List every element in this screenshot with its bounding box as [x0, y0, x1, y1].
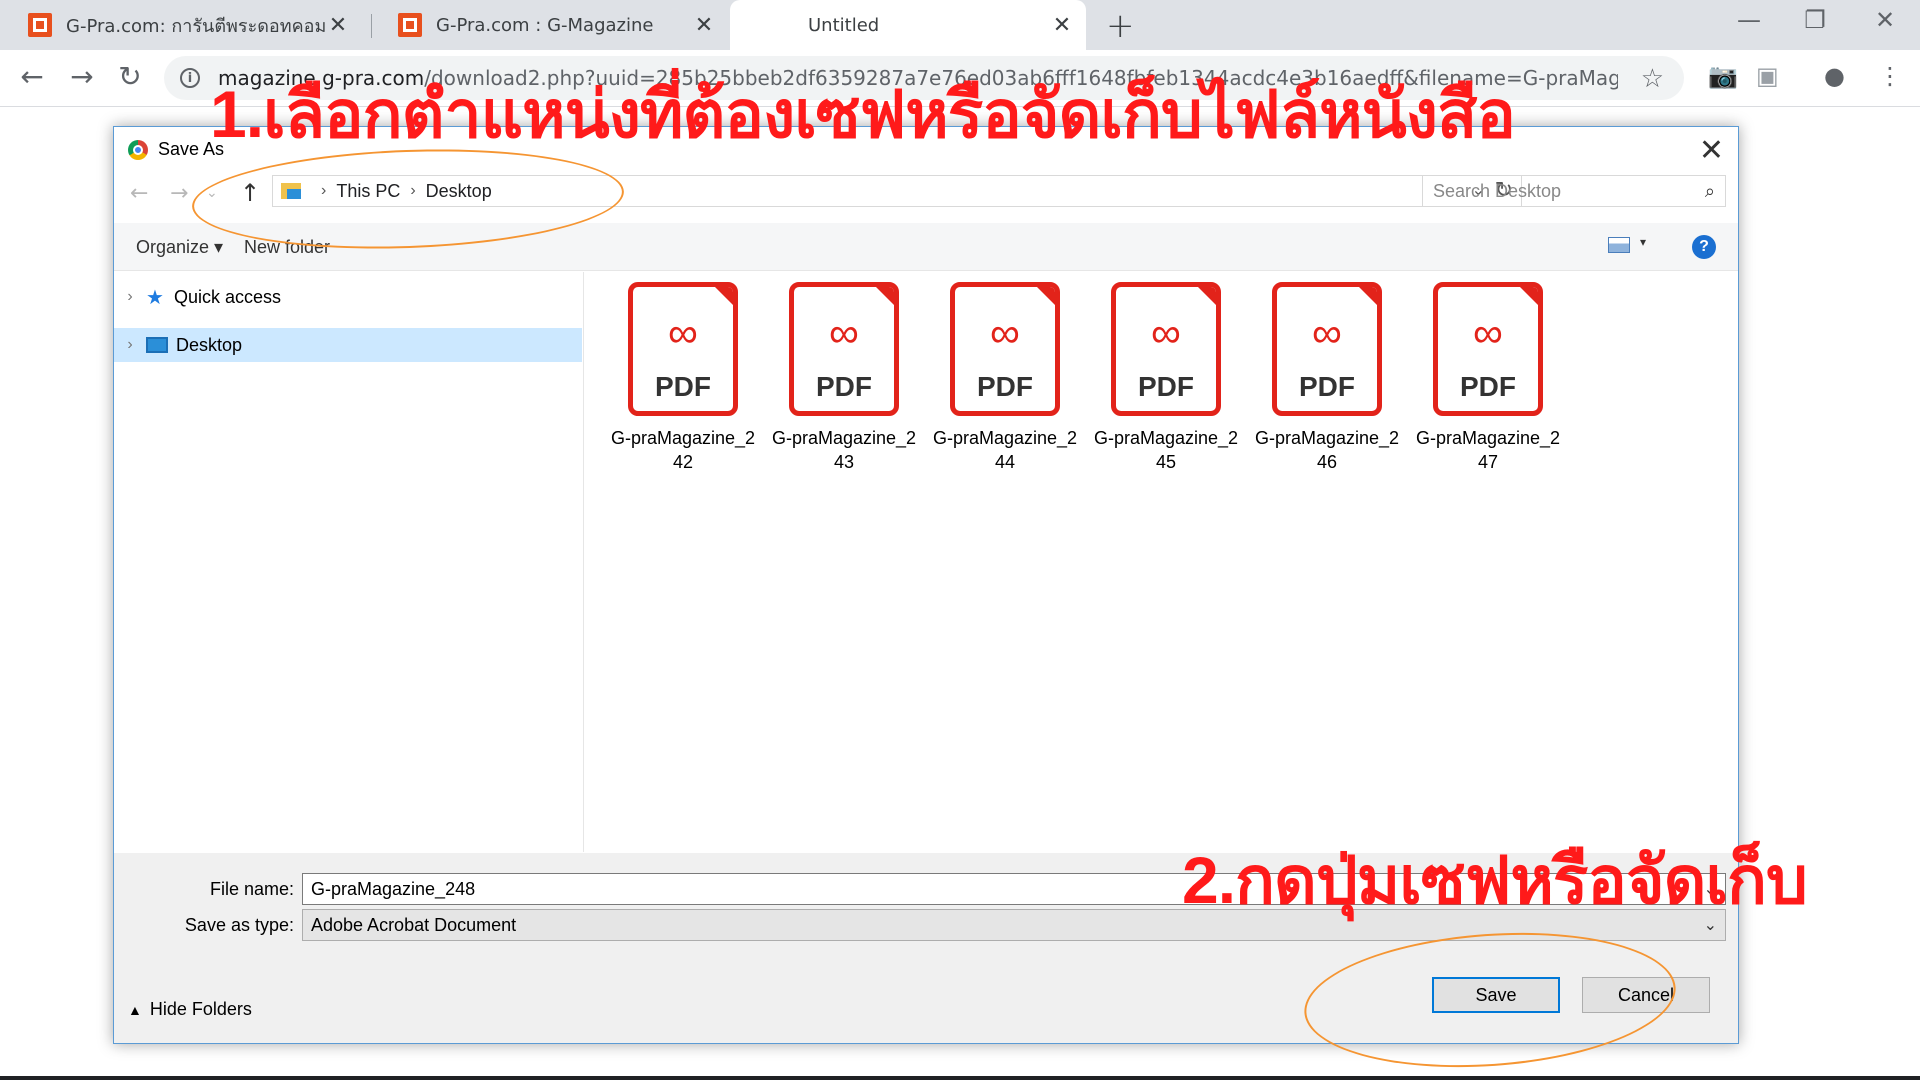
file-item[interactable]: ∞ PDF G-praMagazine_2 43: [769, 282, 919, 474]
dialog-forward-icon[interactable]: →: [170, 181, 188, 206]
pdf-label: PDF: [1460, 371, 1516, 402]
pdf-file-icon: ∞ PDF: [1433, 282, 1543, 416]
chrome-logo-icon: [128, 139, 148, 160]
tab-gmagazine[interactable]: G-Pra.com : G-Magazine ✕: [370, 0, 728, 50]
gpra-favicon-icon: [398, 13, 422, 37]
annotation-step-2: 2.กดปุ่มเซฟหรือจัดเก็บ: [1182, 843, 1808, 917]
camera-extension-icon[interactable]: 📷: [1708, 62, 1738, 90]
file-item[interactable]: ∞ PDF G-praMagazine_2 44: [930, 282, 1080, 474]
search-placeholder: Search Desktop: [1433, 180, 1562, 201]
bookmark-star-icon[interactable]: ☆: [1641, 64, 1664, 94]
nav-item-label: Desktop: [176, 334, 243, 355]
save-type-label: Save as type:: [184, 915, 294, 935]
back-button[interactable]: ←: [12, 60, 52, 93]
file-item[interactable]: ∞ PDF G-praMagazine_2 46: [1252, 282, 1402, 474]
screen-bottom-border: [0, 1076, 1920, 1080]
reload-button[interactable]: ↻: [110, 60, 150, 93]
tab-strip: G-Pra.com: การันตีพระดอทคอม ++ ✕ G-Pra.c…: [0, 0, 1920, 50]
desktop-folder-icon: [146, 337, 168, 353]
file-name-label: G-praMagazine_2 45: [1093, 428, 1239, 472]
new-tab-button[interactable]: +: [1106, 6, 1135, 46]
file-name-label: G-praMagazine_2 44: [932, 428, 1078, 472]
acrobat-logo-icon: ∞: [668, 309, 698, 356]
file-item[interactable]: ∞ PDF G-praMagazine_2 45: [1091, 282, 1241, 474]
expand-chevron-icon[interactable]: ›: [114, 288, 146, 306]
tab-close-icon[interactable]: ✕: [328, 13, 348, 38]
nav-item-label: Quick access: [174, 286, 282, 307]
acrobat-logo-icon: ∞: [1151, 309, 1181, 356]
organize-menu[interactable]: Organize ▾: [136, 237, 223, 258]
save-type-value: Adobe Acrobat Document: [311, 914, 517, 935]
navigation-pane: › ★ Quick access › Desktop: [114, 272, 584, 852]
search-icon: ⌕: [1704, 180, 1715, 201]
file-name-label: G-praMagazine_2 46: [1254, 428, 1400, 472]
gpra-favicon-icon: [28, 13, 52, 37]
tab-title: G-Pra.com : G-Magazine: [436, 14, 654, 36]
search-desktop-input[interactable]: Search Desktop ⌕: [1422, 175, 1726, 207]
pdf-file-icon: ∞ PDF: [1272, 282, 1382, 416]
help-icon[interactable]: ?: [1692, 235, 1716, 259]
tab-untitled[interactable]: Untitled ✕: [730, 0, 1086, 50]
acrobat-logo-icon: ∞: [990, 309, 1020, 356]
pdf-label: PDF: [1299, 371, 1355, 402]
pdf-file-icon: ∞ PDF: [1111, 282, 1221, 416]
pdf-file-icon: ∞ PDF: [628, 282, 738, 416]
restore-button[interactable]: ❐: [1790, 6, 1840, 34]
tab-title: Untitled: [808, 14, 880, 36]
acrobat-logo-icon: ∞: [1312, 309, 1342, 356]
pdf-label: PDF: [655, 371, 711, 402]
dialog-back-icon[interactable]: ←: [130, 181, 148, 206]
acrobat-extension-icon[interactable]: ▣: [1756, 62, 1779, 90]
expand-chevron-icon[interactable]: ›: [114, 336, 146, 354]
file-list: ∞ PDF G-praMagazine_2 42 ∞ PDF G-praMagaz…: [586, 272, 1738, 852]
profile-icon[interactable]: ●: [1824, 62, 1845, 90]
view-dropdown-icon[interactable]: ▾: [1640, 235, 1646, 249]
window-close-button[interactable]: ✕: [1860, 6, 1910, 34]
file-name-label: G-praMagazine_2 43: [771, 428, 917, 472]
minimize-button[interactable]: —: [1724, 6, 1774, 34]
pdf-label: PDF: [977, 371, 1033, 402]
tab-close-icon[interactable]: ✕: [1052, 13, 1072, 38]
site-info-icon[interactable]: i: [180, 68, 200, 88]
quick-access-star-icon: ★: [146, 286, 164, 309]
menu-kebab-icon[interactable]: ⋮: [1878, 62, 1902, 90]
nav-item-quick-access[interactable]: › ★ Quick access: [114, 280, 582, 314]
acrobat-logo-icon: ∞: [1473, 309, 1503, 356]
file-item[interactable]: ∞ PDF G-praMagazine_2 47: [1413, 282, 1563, 474]
change-view-icon[interactable]: [1608, 237, 1630, 253]
chevron-up-icon: ▲: [128, 1001, 142, 1018]
tab-gpra-home[interactable]: G-Pra.com: การันตีพระดอทคอม ++ ✕: [0, 0, 362, 50]
acrobat-logo-icon: ∞: [829, 309, 859, 356]
pdf-label: PDF: [1138, 371, 1194, 402]
pdf-file-icon: ∞ PDF: [789, 282, 899, 416]
tab-close-icon[interactable]: ✕: [694, 13, 714, 38]
file-name-label: File name:: [209, 879, 294, 899]
forward-button[interactable]: →: [62, 60, 102, 93]
pdf-label: PDF: [816, 371, 872, 402]
tab-title: G-Pra.com: การันตีพระดอทคอม ++: [66, 15, 328, 37]
file-name-label: G-praMagazine_2 47: [1415, 428, 1561, 472]
file-name-value: G-praMagazine_248: [311, 878, 476, 899]
nav-item-desktop[interactable]: › Desktop: [114, 328, 582, 362]
dialog-close-button[interactable]: ✕: [1699, 133, 1724, 168]
pdf-file-icon: ∞ PDF: [950, 282, 1060, 416]
file-name-label: G-praMagazine_2 42: [610, 428, 756, 472]
hide-folders-label: Hide Folders: [149, 999, 252, 1019]
hide-folders-toggle[interactable]: ▲ Hide Folders: [128, 999, 252, 1020]
file-item[interactable]: ∞ PDF G-praMagazine_2 42: [608, 282, 758, 474]
